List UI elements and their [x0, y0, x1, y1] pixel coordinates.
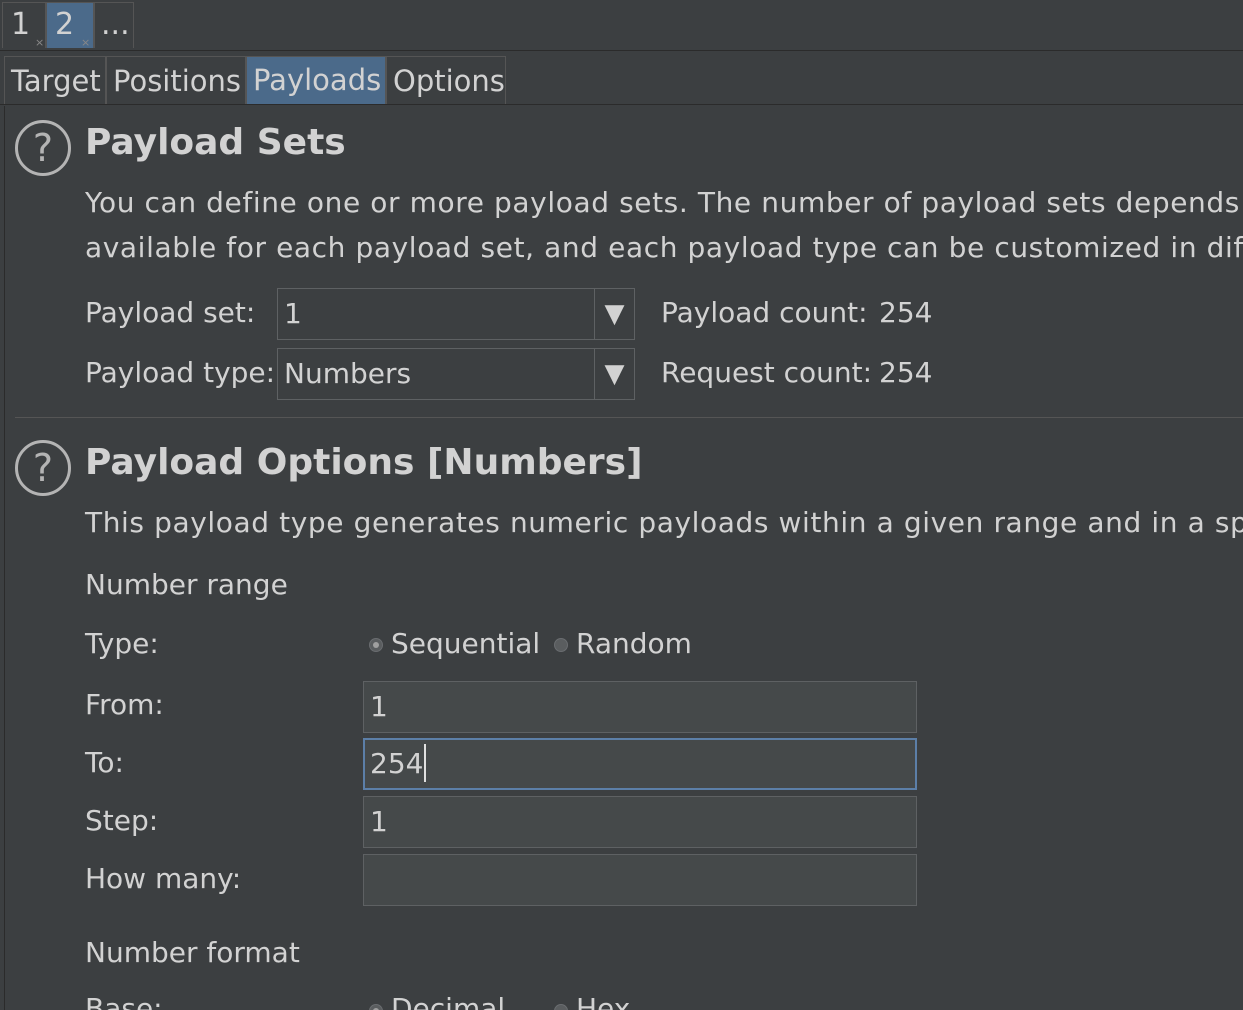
payload-count-label: Payload count: — [661, 296, 868, 329]
to-value: 254 — [370, 747, 424, 780]
payload-set-dropdown[interactable]: 1 ▼ — [277, 288, 635, 340]
section-divider — [15, 417, 1243, 418]
payload-count-value: 254 — [879, 296, 933, 329]
intruder-sub-tabs: Target Positions Payloads Options — [0, 56, 1243, 105]
payload-type-dropdown[interactable]: Numbers ▼ — [277, 348, 635, 400]
number-range-heading: Number range — [85, 568, 288, 601]
attack-tab-1[interactable]: 1 × — [2, 2, 46, 49]
chevron-down-icon[interactable]: ▼ — [594, 349, 634, 399]
attack-tab-label: 1 — [11, 7, 31, 42]
chevron-down-icon[interactable]: ▼ — [594, 289, 634, 339]
payload-sets-title: Payload Sets — [85, 122, 346, 163]
payload-type-value: Numbers — [284, 357, 412, 390]
payload-options-title: Payload Options [Numbers] — [85, 442, 643, 483]
from-label: From: — [85, 688, 164, 721]
payload-type-label: Payload type: — [85, 356, 276, 389]
request-count-label: Request count: — [661, 356, 873, 389]
base-label: Base: — [85, 992, 163, 1010]
decimal-radio[interactable] — [369, 1004, 383, 1010]
step-field[interactable]: 1 — [363, 796, 917, 848]
new-tab-label: ... — [101, 7, 130, 42]
to-field[interactable]: 254 — [363, 738, 917, 790]
payload-options-description: This payload type generates numeric payl… — [85, 506, 1243, 539]
tab-options[interactable]: Options — [386, 56, 506, 104]
tab-positions[interactable]: Positions — [106, 56, 246, 104]
how-many-label: How many: — [85, 862, 242, 895]
payload-sets-description: available for each payload set, and each… — [85, 231, 1243, 264]
attack-tab-2[interactable]: 2 × — [46, 2, 94, 49]
intruder-window: 1 × 2 × ... Target Positions Payloads Op… — [0, 0, 1243, 1010]
step-value: 1 — [370, 805, 388, 838]
how-many-field[interactable] — [363, 854, 917, 906]
new-attack-tab[interactable]: ... — [94, 2, 134, 48]
text-caret — [424, 744, 426, 782]
attack-tab-bar: 1 × 2 × ... — [0, 0, 1243, 51]
type-label: Type: — [85, 627, 159, 660]
sequential-radio[interactable] — [369, 638, 383, 652]
payload-set-label: Payload set: — [85, 296, 256, 329]
payload-set-value: 1 — [284, 297, 302, 330]
attack-tab-label: 2 — [55, 7, 75, 42]
payload-sets-description: You can define one or more payload sets.… — [85, 186, 1243, 219]
step-label: Step: — [85, 804, 159, 837]
request-count-value: 254 — [879, 356, 933, 389]
tab-target[interactable]: Target — [4, 56, 106, 104]
tab-payloads[interactable]: Payloads — [246, 56, 386, 104]
from-field[interactable]: 1 — [363, 681, 917, 733]
from-value: 1 — [370, 690, 388, 723]
number-format-heading: Number format — [85, 936, 300, 969]
to-label: To: — [85, 746, 124, 779]
random-radio-label[interactable]: Random — [576, 627, 692, 660]
random-radio[interactable] — [554, 638, 568, 652]
help-icon[interactable]: ? — [15, 120, 71, 176]
help-icon[interactable]: ? — [15, 440, 71, 496]
decimal-radio-label[interactable]: Decimal — [391, 992, 505, 1010]
hex-radio-label[interactable]: Hex — [576, 992, 630, 1010]
hex-radio[interactable] — [554, 1004, 568, 1010]
payloads-panel: ? Payload Sets You can define one or mor… — [4, 106, 1243, 1010]
sequential-radio-label[interactable]: Sequential — [391, 627, 540, 660]
